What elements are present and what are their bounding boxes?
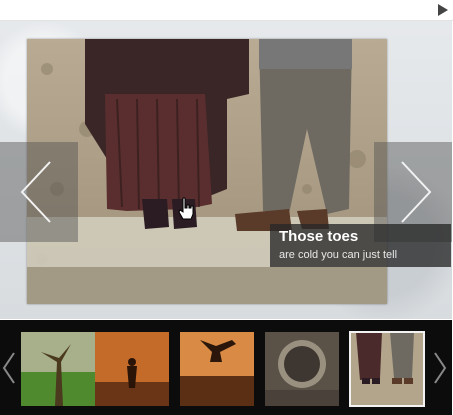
thumbnail-filmstrip xyxy=(0,320,452,415)
top-toolbar xyxy=(0,0,453,21)
filmstrip-next-icon[interactable] xyxy=(431,345,449,391)
previous-slide-button[interactable] xyxy=(0,142,78,242)
hand-cursor-icon xyxy=(178,197,194,220)
thumbnail-tree-on-grass[interactable] xyxy=(21,332,95,406)
play-icon[interactable] xyxy=(437,3,449,17)
filmstrip-prev-icon[interactable] xyxy=(0,345,18,391)
thumbnail-orange-sky-figure[interactable] xyxy=(95,332,169,406)
slide-caption: Those toes are cold you can just tell xyxy=(270,224,451,267)
thumbnail-feet-on-beach[interactable] xyxy=(349,331,425,407)
caption-title: Those toes xyxy=(279,228,359,245)
thumbnail-jumping-figure-sunset[interactable] xyxy=(180,332,254,406)
slideshow-stage: Those toes are cold you can just tell xyxy=(0,21,452,319)
caption-subtitle: are cold you can just tell xyxy=(279,249,398,261)
chevron-left-icon xyxy=(20,161,51,223)
thumbnail-pipe-view[interactable] xyxy=(265,332,339,406)
